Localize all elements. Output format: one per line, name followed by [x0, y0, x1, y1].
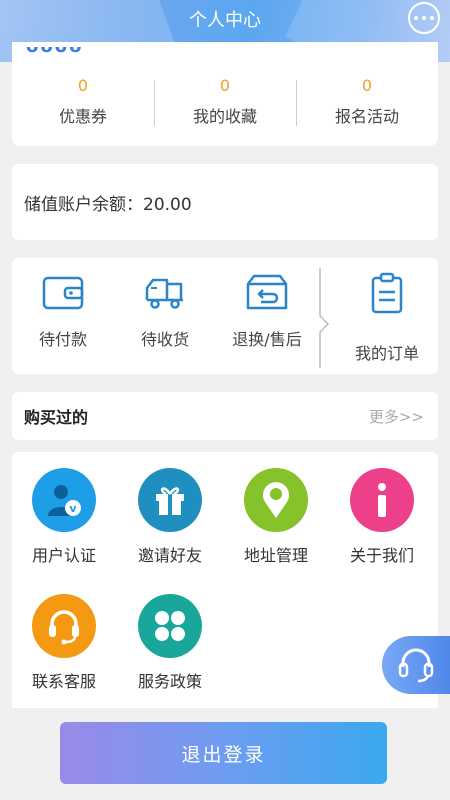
logout-button[interactable]: 退出登录 — [60, 722, 387, 784]
more-options-button[interactable] — [408, 2, 440, 34]
stat-coupons[interactable]: 0 优惠券 — [12, 76, 154, 146]
stat-activities[interactable]: 0 报名活动 — [296, 76, 438, 146]
order-label: 退换/售后 — [232, 330, 302, 349]
services-grid: v 用户认证 邀请好友 地址管理 关于我们 联系客服 服务政策 — [12, 452, 438, 708]
info-icon — [350, 468, 414, 532]
my-orders-label: 我的订单 — [354, 344, 419, 363]
page-title: 个人中心 — [189, 10, 261, 31]
stat-label: 优惠券 — [58, 107, 107, 126]
purchased-title: 购买过的 — [24, 408, 89, 427]
profile-partial-text: ᴗᴗᴗᴗ — [26, 36, 84, 57]
service-label: 用户认证 — [31, 546, 96, 565]
purchased-more-link[interactable]: 更多>> — [369, 406, 424, 427]
stat-favorites[interactable]: 0 我的收藏 — [154, 76, 296, 146]
orders-divider — [318, 258, 336, 374]
service-label: 邀请好友 — [137, 546, 202, 565]
balance-text: 储值账户余额：20.00 — [24, 195, 192, 215]
svg-text:v: v — [69, 502, 77, 515]
headset-icon — [398, 648, 434, 683]
clipboard-icon — [371, 272, 403, 314]
location-pin-icon — [244, 468, 308, 532]
service-customer-support[interactable]: 联系客服 — [12, 594, 116, 692]
order-label: 待付款 — [38, 330, 87, 349]
stat-label: 我的收藏 — [192, 107, 257, 126]
order-label: 待收货 — [140, 330, 189, 349]
return-box-icon — [246, 274, 288, 310]
chevron-divider-icon — [319, 268, 330, 368]
service-about-us[interactable]: 关于我们 — [330, 468, 434, 566]
order-pending-payment[interactable]: 待付款 — [12, 258, 114, 374]
stat-value: 0 — [77, 76, 89, 95]
service-label: 关于我们 — [349, 546, 414, 565]
orders-card: 待付款 待收货 退换/售后 我的订单 — [12, 258, 438, 374]
order-pending-receipt[interactable]: 待收货 — [114, 258, 216, 374]
gift-icon — [138, 468, 202, 532]
wallet-icon — [42, 276, 84, 310]
user-verify-icon: v — [32, 468, 96, 532]
service-invite-friends[interactable]: 邀请好友 — [118, 468, 222, 566]
service-label: 地址管理 — [243, 546, 308, 565]
floating-support-button[interactable] — [382, 636, 450, 694]
order-return-aftersale[interactable]: 退换/售后 — [216, 258, 318, 374]
stat-value: 0 — [361, 76, 373, 95]
truck-icon — [145, 278, 183, 309]
my-orders-link[interactable]: 我的订单 — [336, 258, 438, 374]
balance-card[interactable]: 储值账户余额：20.00 — [12, 164, 438, 240]
service-user-verify[interactable]: v 用户认证 — [12, 468, 116, 566]
clover-icon — [138, 594, 202, 658]
stat-label: 报名活动 — [334, 107, 399, 126]
stats-card: ᴗᴗᴗᴗ 0 优惠券 0 我的收藏 0 报名活动 — [12, 36, 438, 146]
stat-value: 0 — [219, 76, 231, 95]
purchased-section-header: 购买过的 更多>> — [12, 392, 438, 440]
service-label: 服务政策 — [137, 672, 202, 691]
headset-icon — [32, 594, 96, 658]
service-address[interactable]: 地址管理 — [224, 468, 328, 566]
service-policy[interactable]: 服务政策 — [118, 594, 222, 692]
more-dots-icon — [414, 16, 418, 20]
service-label: 联系客服 — [31, 672, 96, 691]
